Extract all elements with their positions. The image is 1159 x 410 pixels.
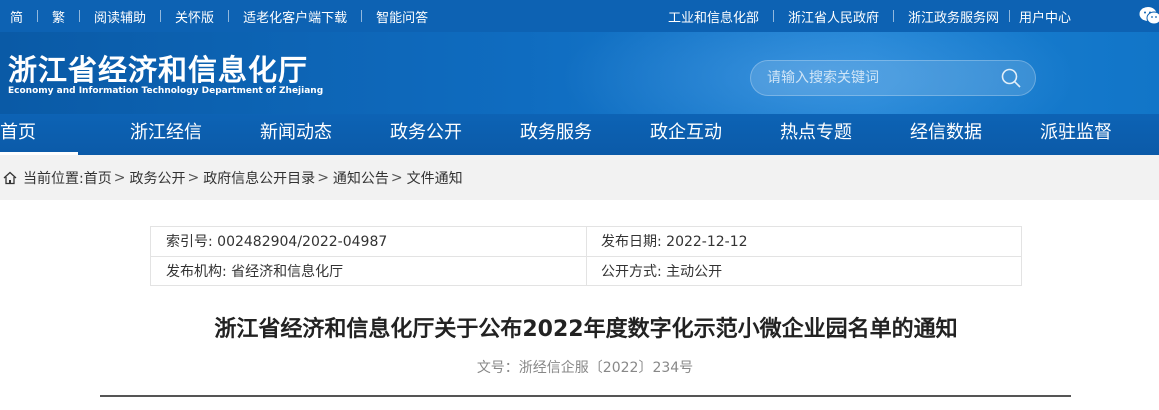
miit-link[interactable]: 工业和信息化部	[668, 7, 759, 26]
title-divider	[100, 395, 1071, 397]
topbar-divider	[361, 10, 363, 22]
elderly-client-download-link[interactable]: 适老化客户端下载	[243, 7, 347, 26]
site-title[interactable]: 浙江省经济和信息化厅	[8, 47, 308, 89]
home-icon	[3, 171, 17, 184]
breadcrumb-notices[interactable]: 通知公告	[333, 168, 389, 188]
nav-data[interactable]: 经信数据	[910, 114, 982, 155]
traditional-chinese-link[interactable]: 繁	[52, 7, 65, 26]
topbar-divider	[893, 10, 895, 22]
topbar-divider	[1009, 10, 1011, 22]
site-header: 浙江省经济和信息化厅 Economy and Information Techn…	[0, 32, 1159, 114]
nav-gov-services[interactable]: 政务服务	[520, 114, 592, 155]
breadcrumb-home[interactable]: 首页	[84, 168, 112, 188]
nav-supervision[interactable]: 派驻监督	[1040, 114, 1112, 155]
user-center-link[interactable]: 用户中心	[1019, 7, 1071, 26]
topbar-left-links: 简 繁 阅读辅助 关怀版 适老化客户端下载 智能问答	[10, 0, 428, 32]
topbar-divider	[228, 10, 230, 22]
top-utility-bar: 简 繁 阅读辅助 关怀版 适老化客户端下载 智能问答 工业和信息化部 浙江省人民…	[0, 0, 1159, 32]
topbar-right-links: 工业和信息化部 浙江省人民政府 浙江政务服务网 用户中心	[668, 0, 1071, 32]
smart-qa-link[interactable]: 智能问答	[376, 7, 428, 26]
breadcrumb: 当前位置: 首页 > 政务公开 > 政府信息公开目录 > 通知公告 > 文件通知	[0, 155, 1159, 200]
breadcrumb-separator: >	[187, 169, 200, 186]
meta-index-number: 索引号: 002482904/2022-04987	[166, 234, 388, 250]
zhejiang-service-link[interactable]: 浙江政务服务网	[908, 7, 999, 26]
breadcrumb-label: 当前位置:	[23, 170, 84, 187]
topbar-divider	[79, 10, 81, 22]
article-title: 浙江省经济和信息化厅关于公布2022年度数字化示范小微企业园名单的通知	[214, 317, 958, 342]
search-input[interactable]	[750, 60, 1036, 96]
simplified-chinese-link[interactable]: 简	[10, 7, 23, 26]
breadcrumb-separator: >	[390, 169, 403, 186]
breadcrumb-info-catalog[interactable]: 政府信息公开目录	[203, 168, 315, 188]
site-subtitle-en: Economy and Information Technology Depar…	[8, 86, 324, 96]
nav-home[interactable]: 首页	[0, 114, 78, 155]
nav-gov-affairs-open[interactable]: 政务公开	[390, 114, 462, 155]
meta-issuer: 发布机构: 省经济和信息化厅	[166, 264, 344, 280]
reading-assist-link[interactable]: 阅读辅助	[94, 7, 146, 26]
breadcrumb-gov-affairs-open[interactable]: 政务公开	[129, 168, 185, 188]
topbar-divider	[37, 10, 39, 22]
nav-interaction[interactable]: 政企互动	[650, 114, 722, 155]
meta-col-divider	[586, 227, 587, 285]
care-mode-link[interactable]: 关怀版	[175, 7, 214, 26]
main-nav: 首页 浙江经信 新闻动态 政务公开 政务服务 政企互动 热点专题 经信数据 派驻…	[0, 114, 1159, 155]
nav-news[interactable]: 新闻动态	[260, 114, 332, 155]
breadcrumb-separator: >	[113, 169, 126, 186]
zhejiang-gov-link[interactable]: 浙江省人民政府	[788, 7, 879, 26]
breadcrumb-file-notices[interactable]: 文件通知	[407, 168, 463, 188]
topbar-divider	[160, 10, 162, 22]
document-meta-table: 索引号: 002482904/2022-04987 发布日期: 2022-12-…	[150, 226, 1022, 286]
breadcrumb-separator: >	[317, 169, 329, 186]
nav-hot-topics[interactable]: 热点专题	[780, 114, 852, 155]
nav-zhejiang-jingxin[interactable]: 浙江经信	[130, 114, 202, 155]
meta-publish-date: 发布日期: 2022-12-12	[601, 234, 748, 250]
document-number: 文号：浙经信企服〔2022〕234号	[476, 360, 694, 376]
search-icon[interactable]	[1000, 67, 1022, 89]
wechat-icon[interactable]	[1139, 6, 1159, 26]
meta-open-mode: 公开方式: 主动公开	[601, 264, 723, 280]
topbar-divider	[773, 10, 775, 22]
